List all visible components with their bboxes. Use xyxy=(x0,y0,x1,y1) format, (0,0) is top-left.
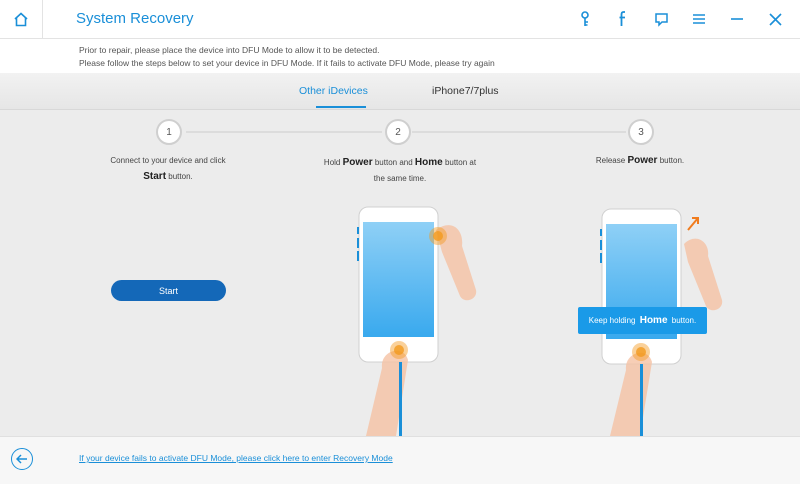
step-2-description: Hold Power button and Home button at the… xyxy=(323,157,477,183)
notice-line-1: Prior to repair, please place the device… xyxy=(79,45,380,55)
feedback-button[interactable] xyxy=(650,8,672,30)
minimize-button[interactable] xyxy=(726,8,748,30)
step-2-number: 2 xyxy=(385,119,411,145)
active-tab-indicator xyxy=(316,106,366,108)
tab-iphone7[interactable]: iPhone7/7plus xyxy=(432,85,499,97)
step-3-description: Release Power button. xyxy=(595,155,685,166)
key-icon xyxy=(581,11,589,26)
arrow-left-icon xyxy=(16,454,27,464)
notice-line-2: Please follow the steps below to set you… xyxy=(79,58,495,68)
phone-hold-illustration xyxy=(357,206,477,436)
menu-icon xyxy=(693,14,705,24)
back-button[interactable] xyxy=(11,448,33,470)
menu-button[interactable] xyxy=(688,8,710,30)
facebook-button[interactable] xyxy=(612,8,634,30)
instructions-notice: Prior to repair, please place the device… xyxy=(0,39,800,73)
feedback-icon xyxy=(654,12,668,27)
tab-other-idevices[interactable]: Other iDevices xyxy=(299,85,368,97)
close-icon xyxy=(768,12,782,26)
app-title: System Recovery xyxy=(76,10,194,27)
key-button[interactable] xyxy=(574,8,596,30)
minimize-icon xyxy=(731,18,743,20)
footer-bar: If your device fails to activate DFU Mod… xyxy=(0,436,800,484)
step-1-number: 1 xyxy=(156,119,182,145)
home-icon xyxy=(14,11,28,26)
device-tabs: Other iDevices iPhone7/7plus xyxy=(0,73,800,110)
step-3-number: 3 xyxy=(628,119,654,145)
home-button[interactable] xyxy=(0,0,43,38)
recovery-mode-link[interactable]: If your device fails to activate DFU Mod… xyxy=(79,453,393,463)
close-button[interactable] xyxy=(764,8,786,30)
step-connector xyxy=(186,131,382,133)
step-1-description: Connect to your device and click Start b… xyxy=(110,156,226,182)
title-bar: System Recovery xyxy=(0,0,800,39)
step-connector xyxy=(412,131,626,133)
keep-holding-tooltip: Keep holding Home button. xyxy=(578,307,707,334)
facebook-icon xyxy=(619,11,625,26)
start-button[interactable]: Start xyxy=(111,280,226,301)
dfu-steps-panel: 1 2 3 Connect to your device and click S… xyxy=(0,110,800,436)
